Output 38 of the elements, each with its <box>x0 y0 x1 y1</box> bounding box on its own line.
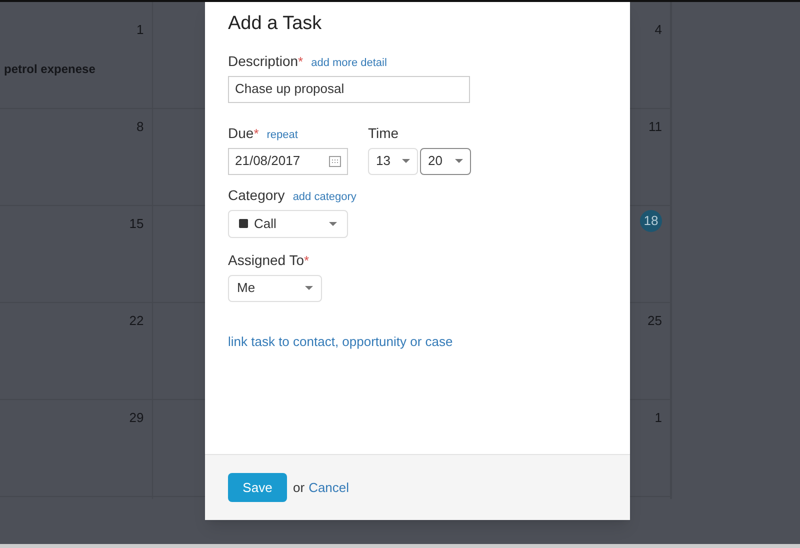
calendar-icon <box>329 155 341 167</box>
day-number[interactable]: 4 <box>654 20 662 40</box>
date-input[interactable]: 21/08/2017 <box>228 148 348 174</box>
day-number[interactable]: 25 <box>648 311 662 330</box>
field-link[interactable]: add category <box>292 188 356 205</box>
day-number[interactable]: 8 <box>136 117 144 136</box>
day-number[interactable]: 29 <box>129 408 144 428</box>
caret-icon <box>329 222 337 226</box>
link-task-link[interactable]: link task to contact, opportunity or case <box>228 334 453 348</box>
field-label: Due <box>228 124 254 142</box>
day-number[interactable]: 18 <box>640 210 662 232</box>
description-input[interactable]: Chase up proposal <box>228 76 470 102</box>
required-mark: * <box>298 52 304 70</box>
day-number[interactable]: 15 <box>129 214 144 234</box>
field-label: Assigned To <box>228 250 304 270</box>
cancel-link[interactable]: Cancel <box>308 478 350 498</box>
or-text: or <box>293 478 305 497</box>
field-label: Category <box>228 186 285 205</box>
calendar-event[interactable]: petrol expenese <box>0 60 96 78</box>
caret-icon <box>402 159 410 163</box>
assignee-select[interactable]: Me <box>228 274 322 302</box>
required-mark: * <box>304 252 310 270</box>
field-label: Description <box>228 52 298 71</box>
day-number[interactable]: 11 <box>648 117 662 136</box>
caret-icon <box>305 286 313 290</box>
required-mark: * <box>254 124 259 142</box>
dialog-title: Add a Task <box>228 12 323 36</box>
day-number[interactable]: 1 <box>654 408 662 428</box>
minute-select[interactable]: 20 <box>420 148 471 174</box>
field-link[interactable]: add more detail <box>311 54 387 71</box>
field-link[interactable]: repeat <box>266 126 298 143</box>
save-button[interactable]: Save <box>228 473 287 502</box>
hour-select[interactable]: 13 <box>368 148 418 174</box>
caret-icon <box>455 159 463 163</box>
day-number[interactable]: 1 <box>136 20 144 40</box>
field-label: Time <box>368 124 399 142</box>
day-number[interactable]: 22 <box>129 311 144 330</box>
category-select[interactable]: Call <box>228 210 348 238</box>
